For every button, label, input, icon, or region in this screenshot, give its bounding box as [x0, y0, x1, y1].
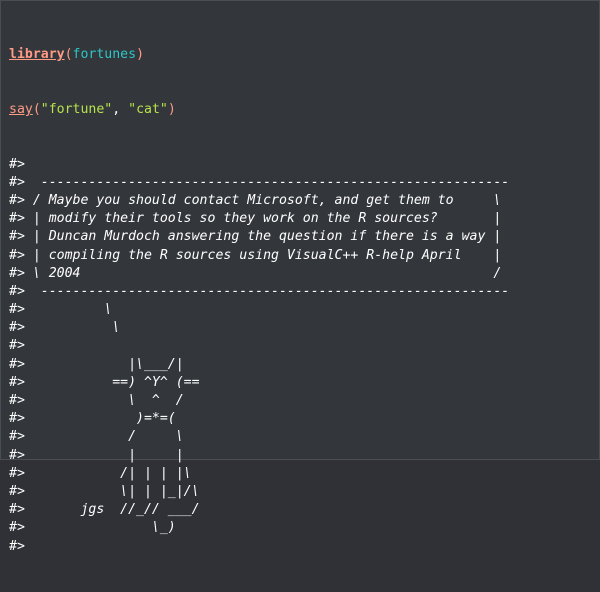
output-line: #> -------------------------------------… [9, 174, 509, 192]
output-prompt: #> [9, 356, 25, 372]
output-text: \ [24, 302, 113, 318]
output-prompt: #> [9, 429, 25, 445]
open-paren: ( [32, 102, 41, 117]
output-prompt: #> [9, 520, 25, 536]
string-arg-what: "fortune" [40, 102, 113, 117]
output-prompt: #> [9, 447, 25, 463]
library-function-link[interactable]: library [9, 47, 65, 62]
output-prompt: #> [9, 465, 25, 481]
output-prompt: #> [9, 483, 25, 499]
output-text: \ ^ / [24, 393, 184, 409]
output-text: ----------------------------------------… [24, 174, 510, 190]
output-line: #> / \ [9, 428, 509, 446]
output-text: \ [24, 320, 121, 336]
console-output: #> #> -----------------------------------… [9, 156, 509, 556]
output-line: #> \_) [9, 519, 509, 537]
output-prompt: #> [9, 174, 25, 190]
output-line: #> | modify their tools so they work on … [9, 210, 509, 228]
output-prompt: #> [9, 374, 25, 390]
output-text: jgs //_// ___/ [24, 502, 200, 518]
output-prompt: #> [9, 283, 25, 299]
output-prompt: #> [9, 265, 25, 281]
output-text: ==) ^Y^ (== [24, 374, 200, 390]
output-prompt: #> [9, 192, 25, 208]
package-name: fortunes [72, 47, 137, 63]
output-prompt: #> [9, 156, 25, 172]
output-line: #> \ 2004 / [9, 265, 509, 283]
output-text: | | [24, 447, 184, 463]
output-line: #> -------------------------------------… [9, 283, 509, 301]
output-line: #> | Duncan Murdoch answering the questi… [9, 228, 509, 246]
output-line: #> [9, 538, 509, 556]
code-line-say: say("fortune", "cat") [9, 101, 509, 119]
output-prompt: #> [9, 247, 25, 263]
output-line: #> \ ^ / [9, 392, 509, 410]
output-text: \| | |_|/\ [24, 483, 200, 499]
output-text: |\___/| [24, 356, 184, 372]
output-prompt: #> [9, 211, 25, 227]
code-chunk: library(fortunes) say("fortune", "cat") … [0, 0, 600, 554]
output-line: #> /| | | |\ [9, 465, 509, 483]
output-text: \ 2004 / [24, 265, 502, 281]
output-line: #> [9, 156, 509, 174]
output-prompt: #> [9, 411, 25, 427]
arg-separator: , [112, 102, 129, 117]
output-text: | modify their tools so they work on the… [24, 211, 502, 227]
output-prompt: #> [9, 338, 25, 354]
output-line: #> [9, 337, 509, 355]
output-prompt: #> [9, 538, 25, 554]
code-area: library(fortunes) say("fortune", "cat") … [9, 10, 509, 592]
code-line-library: library(fortunes) [9, 46, 509, 64]
output-prompt: #> [9, 302, 25, 318]
output-prompt: #> [9, 320, 25, 336]
output-line: #> \ [9, 301, 509, 319]
output-line: #> jgs //_// ___/ [9, 501, 509, 519]
output-line: #> )=*=( [9, 410, 509, 428]
output-text: / \ [24, 429, 184, 445]
output-prompt: #> [9, 393, 25, 409]
output-prompt: #> [9, 502, 25, 518]
output-text: /| | | |\ [24, 465, 192, 481]
output-text: \_) [24, 520, 176, 536]
string-arg-by: "cat" [128, 102, 168, 117]
output-line: #> | | [9, 447, 509, 465]
output-line: #> \| | |_|/\ [9, 483, 509, 501]
say-function-link[interactable]: say [9, 102, 33, 117]
output-text: | Duncan Murdoch answering the question … [24, 229, 502, 245]
output-text: / Maybe you should contact Microsoft, an… [24, 192, 502, 208]
output-prompt: #> [9, 229, 25, 245]
output-text: )=*=( [24, 411, 176, 427]
output-text: ----------------------------------------… [24, 283, 510, 299]
output-line: #> \ [9, 319, 509, 337]
output-text: | compiling the R sources using VisualC+… [24, 247, 502, 263]
output-line: #> / Maybe you should contact Microsoft,… [9, 192, 509, 210]
output-line: #> ==) ^Y^ (== [9, 374, 509, 392]
output-line: #> |\___/| [9, 356, 509, 374]
open-paren: ( [64, 47, 73, 63]
close-paren: ) [167, 102, 176, 117]
output-line: #> | compiling the R sources using Visua… [9, 247, 509, 265]
close-paren: ) [136, 47, 145, 63]
